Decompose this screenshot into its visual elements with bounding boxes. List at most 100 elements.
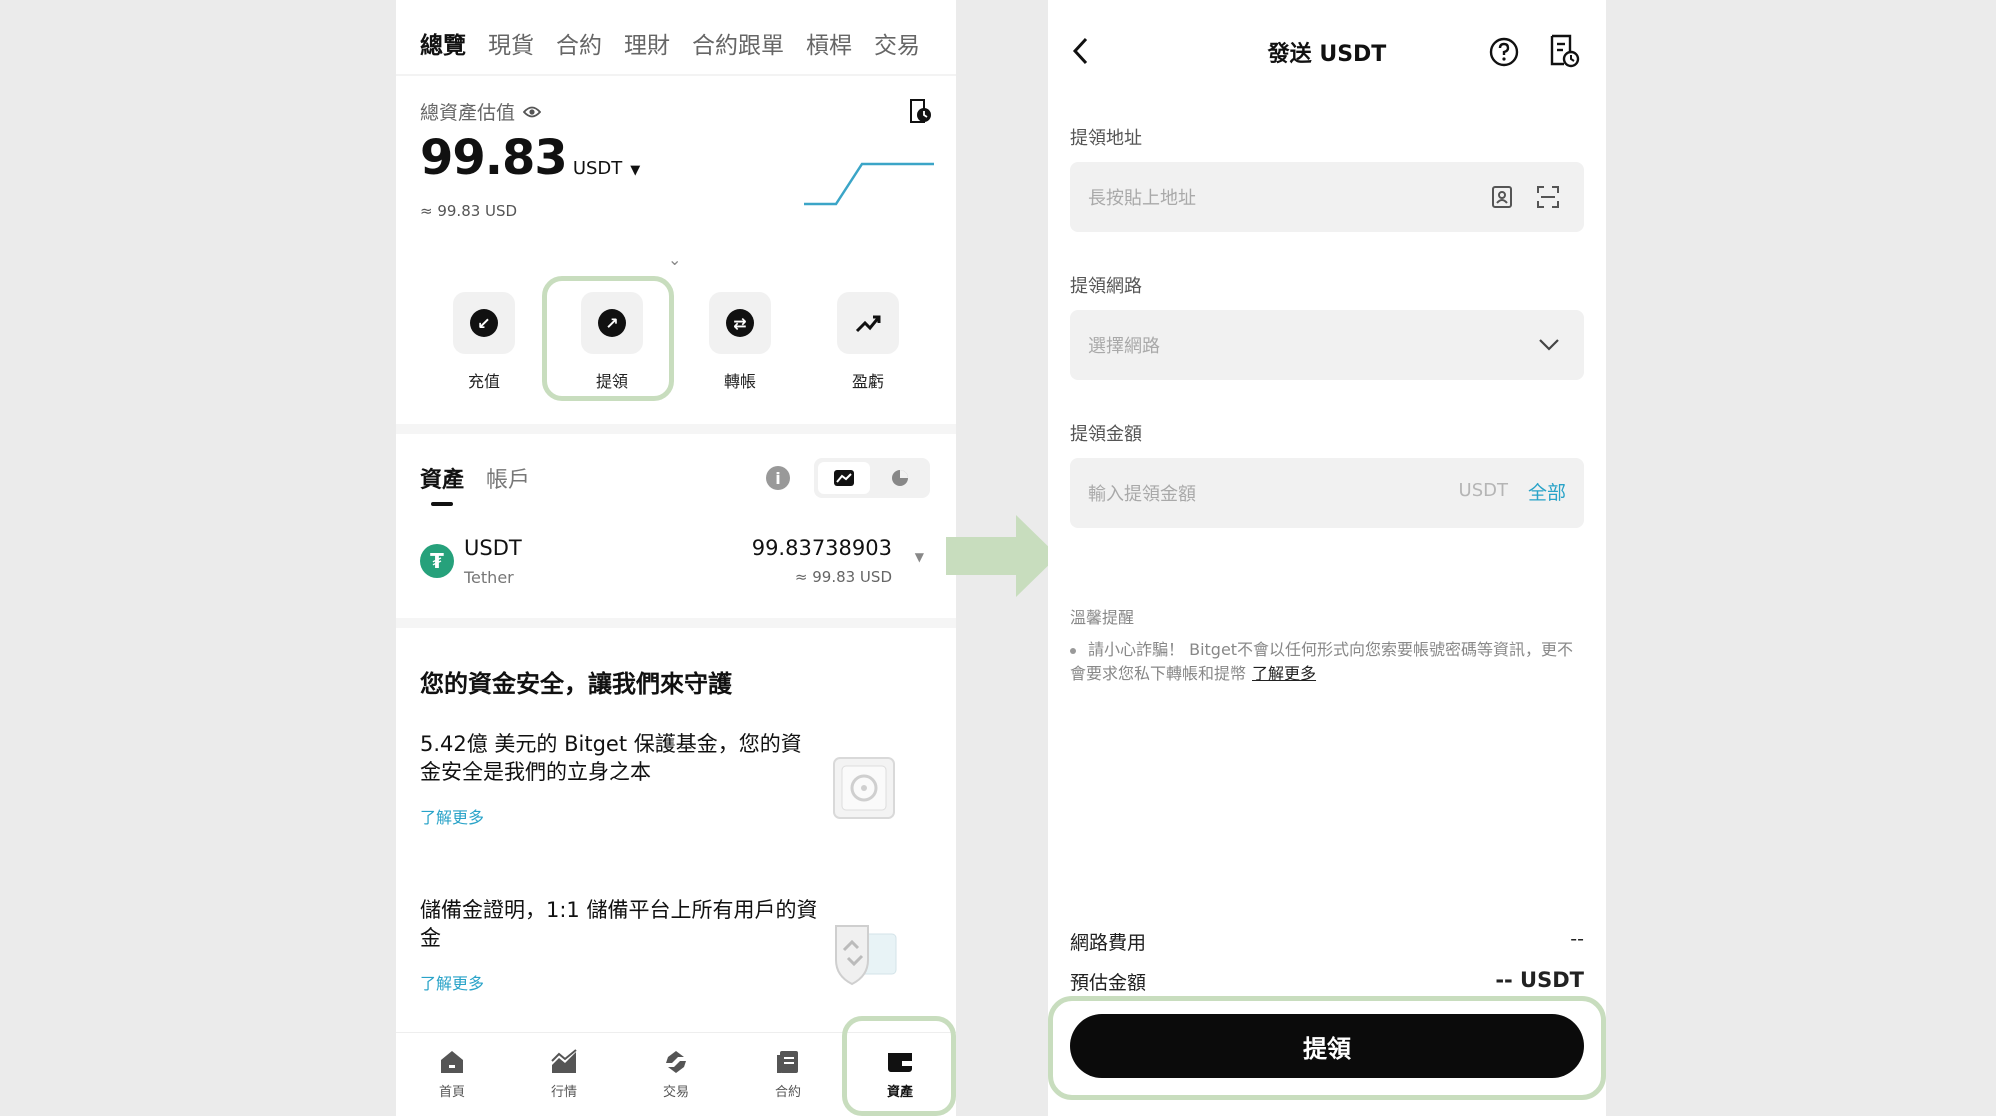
- bullet-dot: [1070, 647, 1076, 654]
- divider: [396, 74, 956, 76]
- deposit-button[interactable]: ↙ 充值: [420, 292, 548, 392]
- transfer-label: 轉帳: [723, 372, 756, 391]
- balance-approx-usd: ≈ 99.83 USD: [420, 202, 518, 220]
- total-estimate-label: 總資產估值: [420, 98, 542, 125]
- view-toggle: [814, 458, 930, 498]
- page-title: 發送 USDT: [1267, 42, 1387, 67]
- network-fee-label: 網路費用: [1070, 932, 1147, 954]
- coin-usd-value: ≈ 99.83 USD: [794, 568, 892, 586]
- pnl-button[interactable]: 盈虧: [804, 292, 932, 392]
- amount-input[interactable]: 輸入提領金額 USDT 全部: [1070, 458, 1584, 528]
- safe-vault-icon: [833, 757, 895, 819]
- protection-fund-card: 5.42億 美元的 Bitget 保護基金，您的資金安全是我們的立身之本 了解更…: [420, 730, 932, 828]
- address-input[interactable]: 長按貼上地址: [1070, 162, 1584, 232]
- market-icon: [551, 1049, 577, 1073]
- assets-overview-screen: 總覽 現貨 合約 理財 合約跟單 槓桿 交易 總資產估值 99.83 USDT …: [396, 0, 956, 1116]
- tips-body: 請小心詐騙！ Bitget不會以任何形式向您索要帳號密碼等資訊，更不會要求您私下…: [1070, 638, 1584, 686]
- feature-text: 5.42億 美元的 Bitget 保護基金，您的資金安全是我們的立身之本: [420, 732, 802, 784]
- chevron-down-icon[interactable]: [1538, 334, 1560, 354]
- chevron-down-icon[interactable]: ⌄: [668, 250, 681, 269]
- estimate-label-text: 總資產估值: [420, 102, 516, 124]
- feature-text: 儲備金證明，1:1 儲備平台上所有用戶的資金: [420, 898, 818, 950]
- total-balance: 99.83 USDT ▼: [420, 130, 640, 186]
- balance-sparkline: [804, 162, 934, 206]
- home-icon: [441, 1051, 463, 1073]
- coin-amount: 99.83738903: [751, 536, 892, 560]
- tab-accounts[interactable]: 帳戶: [486, 462, 530, 494]
- tab-spot[interactable]: 現貨: [488, 26, 534, 60]
- tab-label: 行情: [550, 1085, 577, 1100]
- withdraw-highlight: [542, 276, 674, 401]
- tab-home[interactable]: 首頁: [396, 1033, 508, 1116]
- tips-learn-more-link[interactable]: 了解更多: [1252, 664, 1316, 683]
- active-tab-underline: [431, 502, 453, 506]
- caret-down-icon[interactable]: ▼: [915, 550, 924, 564]
- chart-view-button[interactable]: [818, 462, 870, 494]
- tab-margin[interactable]: 槓桿: [806, 26, 852, 60]
- section-divider: [396, 424, 956, 434]
- pnl-label: 盈虧: [851, 372, 884, 391]
- help-icon[interactable]: [1488, 36, 1520, 68]
- amount-label: 提領金額: [1070, 424, 1142, 445]
- tab-copy-trading[interactable]: 合約跟單: [692, 26, 784, 60]
- tips-text: 請小心詐騙！ Bitget不會以任何形式向您索要帳號密碼等資訊，更不會要求您私下…: [1070, 640, 1574, 683]
- withdraw-screen: 發送 USDT 提領地址 長按貼上地址 提領網路 選擇網路 提領金額 輸入提領金…: [1048, 0, 1606, 1116]
- estimate-value: -- USDT: [1495, 968, 1584, 992]
- max-amount-button[interactable]: 全部: [1528, 478, 1566, 505]
- pie-view-button[interactable]: [874, 462, 926, 494]
- tab-trade[interactable]: 交易: [620, 1033, 732, 1116]
- tab-trading[interactable]: 交易: [874, 26, 920, 60]
- tab-label: 合約: [774, 1085, 801, 1100]
- asset-section-tabs: 資產 帳戶: [420, 462, 530, 494]
- tab-market[interactable]: 行情: [508, 1033, 620, 1116]
- balance-unit[interactable]: USDT: [573, 158, 622, 179]
- deposit-label: 充值: [467, 372, 500, 391]
- network-label: 提領網路: [1070, 276, 1142, 297]
- tab-label: 交易: [662, 1085, 689, 1100]
- network-placeholder: 選擇網路: [1088, 336, 1160, 357]
- info-icon[interactable]: i: [766, 466, 790, 490]
- futures-icon: [777, 1051, 798, 1073]
- caret-down-icon[interactable]: ▼: [630, 163, 640, 178]
- address-label: 提領地址: [1070, 128, 1142, 149]
- shield-icon: [835, 925, 897, 986]
- address-placeholder: 長按貼上地址: [1088, 188, 1196, 209]
- records-icon[interactable]: [1548, 34, 1580, 68]
- tab-assets[interactable]: 資產: [420, 462, 464, 494]
- tab-earn[interactable]: 理財: [624, 26, 670, 60]
- network-fee-value: --: [1570, 928, 1584, 950]
- tether-logo-icon: ₮: [420, 544, 454, 578]
- top-tab-bar: 總覽 現貨 合約 理財 合約跟單 槓桿 交易: [420, 26, 920, 60]
- balance-value: 99.83: [420, 130, 568, 186]
- tab-futures[interactable]: 合約: [556, 26, 602, 60]
- transfer-icon: ⇄: [726, 309, 754, 337]
- tab-label: 首頁: [438, 1085, 465, 1100]
- assets-tab-highlight: [842, 1016, 956, 1116]
- transfer-button[interactable]: ⇄ 轉帳: [676, 292, 804, 392]
- amount-placeholder: 輸入提領金額: [1088, 484, 1196, 505]
- amount-unit: USDT: [1458, 480, 1508, 501]
- flow-arrow-icon: [946, 515, 1058, 597]
- line-chart-icon: [834, 470, 854, 486]
- eye-icon[interactable]: [523, 105, 542, 119]
- tab-overview[interactable]: 總覽: [420, 26, 466, 60]
- trade-icon: [666, 1051, 686, 1073]
- deposit-icon: ↙: [470, 309, 498, 337]
- pie-chart-icon: [892, 470, 908, 486]
- coin-symbol: USDT: [464, 536, 522, 560]
- tips-title: 溫馨提醒: [1070, 608, 1135, 627]
- section-divider: [396, 618, 956, 628]
- network-select[interactable]: 選擇網路: [1070, 310, 1584, 380]
- scan-icon[interactable]: [1536, 185, 1560, 209]
- estimate-label: 預估金額: [1070, 972, 1147, 994]
- asset-row-usdt[interactable]: ₮ USDT Tether 99.83738903 ≈ 99.83 USD ▼: [420, 536, 932, 596]
- pnl-icon: [855, 315, 881, 333]
- coin-name: Tether: [464, 568, 514, 587]
- address-book-icon[interactable]: [1490, 185, 1514, 209]
- proof-of-reserves-card: 儲備金證明，1:1 儲備平台上所有用戶的資金 了解更多: [420, 896, 932, 994]
- submit-highlight: [1048, 996, 1606, 1100]
- safety-section-title: 您的資金安全，讓我們來守護: [420, 670, 732, 698]
- quick-actions: ↙ 充值 ↗ 提領 ⇄ 轉帳 盈虧: [420, 292, 932, 392]
- tab-futures[interactable]: 合約: [732, 1033, 844, 1116]
- history-icon[interactable]: [908, 98, 932, 124]
